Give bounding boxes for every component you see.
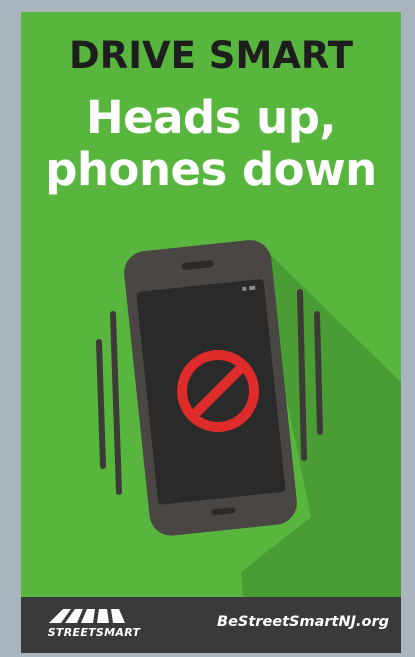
website-link[interactable]: BeStreetSmartNJ.org bbox=[217, 614, 389, 630]
logo-text: STREETSMART bbox=[47, 626, 141, 639]
street-smart-logo-icon bbox=[49, 609, 125, 623]
phone-icon bbox=[124, 240, 297, 536]
poster: DRIVE SMART Heads up, phones down STREET… bbox=[21, 12, 401, 653]
footer-bar: STREETSMART BeStreetSmartNJ.org bbox=[21, 597, 401, 653]
street-smart-logo: STREETSMART bbox=[39, 607, 149, 643]
phone-illustration bbox=[96, 238, 401, 597]
